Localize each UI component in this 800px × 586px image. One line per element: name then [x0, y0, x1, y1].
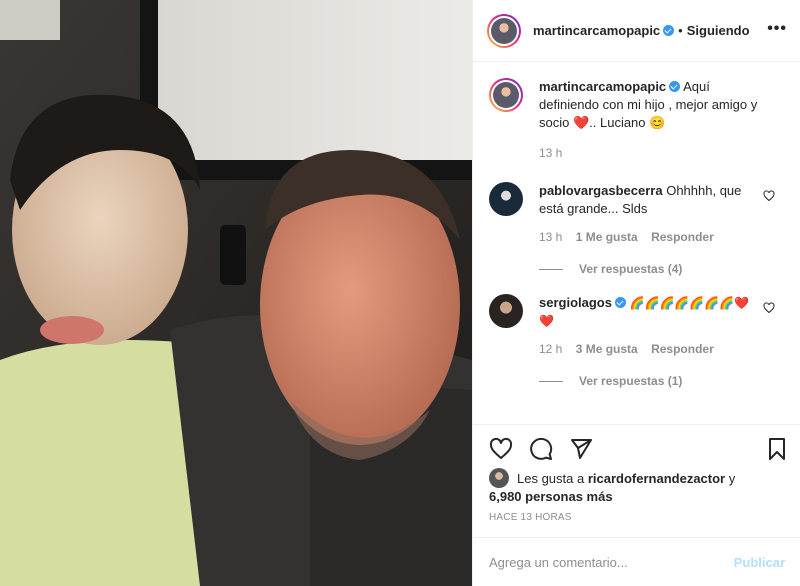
view-replies-button[interactable]: Ver respuestas (4): [539, 262, 785, 276]
verified-badge-icon: [614, 297, 626, 308]
following-button[interactable]: Siguiendo: [687, 23, 750, 38]
comment-time[interactable]: 13 h: [539, 230, 562, 244]
commenter-avatar[interactable]: [489, 294, 523, 328]
share-direct-icon[interactable]: [569, 437, 593, 461]
post-photo[interactable]: [0, 0, 472, 586]
verified-badge-icon: [669, 81, 681, 92]
post-image: [0, 0, 472, 586]
replies-divider: [539, 380, 563, 382]
liked-by-connector: y: [728, 471, 736, 486]
save-bookmark-icon[interactable]: [765, 437, 789, 461]
comment-time[interactable]: 12 h: [539, 342, 562, 356]
author-username[interactable]: martincarcamopapic: [533, 23, 660, 38]
separator-dot: •: [678, 23, 683, 38]
comment-likes[interactable]: 1 Me gusta: [576, 230, 638, 244]
view-replies-button[interactable]: Ver respuestas (1): [539, 374, 785, 388]
more-options-icon[interactable]: •••: [767, 21, 787, 37]
replies-divider: [539, 268, 563, 270]
post-timestamp[interactable]: HACE 13 HORAS: [489, 512, 572, 523]
caption-time[interactable]: 13 h: [539, 146, 562, 160]
comments-list[interactable]: martincarcamopapic Aquí definiendo con m…: [473, 62, 800, 424]
caption-author-avatar[interactable]: [489, 78, 523, 112]
post-comment-button[interactable]: Publicar: [734, 555, 785, 570]
view-replies-label[interactable]: Ver respuestas (1): [579, 374, 682, 388]
like-comment-heart-icon[interactable]: [763, 190, 775, 202]
caption: martincarcamopapic Aquí definiendo con m…: [489, 78, 785, 162]
comment-icon[interactable]: [529, 437, 553, 461]
comment-likes[interactable]: 3 Me gusta: [576, 342, 638, 356]
view-replies-label[interactable]: Ver respuestas (4): [579, 262, 682, 276]
likes-others-count[interactable]: 6,980 personas más: [489, 489, 613, 504]
liked-by: Les gusta a ricardofernandezactor y 6,98…: [489, 468, 735, 506]
commenter-avatar[interactable]: [489, 182, 523, 216]
post-detail-panel: martincarcamopapic • Siguiendo ••• marti…: [472, 0, 800, 586]
post-actions: [473, 424, 800, 470]
comment-item: pablovargasbecerra Ohhhhh, que está gran…: [489, 182, 785, 246]
like-comment-heart-icon[interactable]: [763, 302, 775, 314]
caption-username[interactable]: martincarcamopapic: [539, 79, 666, 94]
liker-username[interactable]: ricardofernandezactor: [588, 471, 725, 486]
reply-button[interactable]: Responder: [651, 342, 714, 356]
liker-avatar[interactable]: [489, 468, 509, 488]
author-avatar[interactable]: [487, 13, 521, 48]
verified-badge-icon: [663, 25, 675, 36]
liked-by-prefix: Les gusta a: [517, 471, 585, 486]
comment-username[interactable]: pablovargasbecerra: [539, 183, 663, 198]
reply-button[interactable]: Responder: [651, 230, 714, 244]
like-heart-icon[interactable]: [489, 437, 513, 461]
comment-input[interactable]: [489, 554, 734, 570]
add-comment-bar: Publicar: [473, 537, 800, 586]
comment-username[interactable]: sergiolagos: [539, 295, 612, 310]
post-header: martincarcamopapic • Siguiendo •••: [473, 0, 800, 62]
comment-item: sergiolagos 🌈🌈🌈🌈🌈🌈🌈❤️❤️ 12 h 3 Me gusta …: [489, 294, 785, 358]
